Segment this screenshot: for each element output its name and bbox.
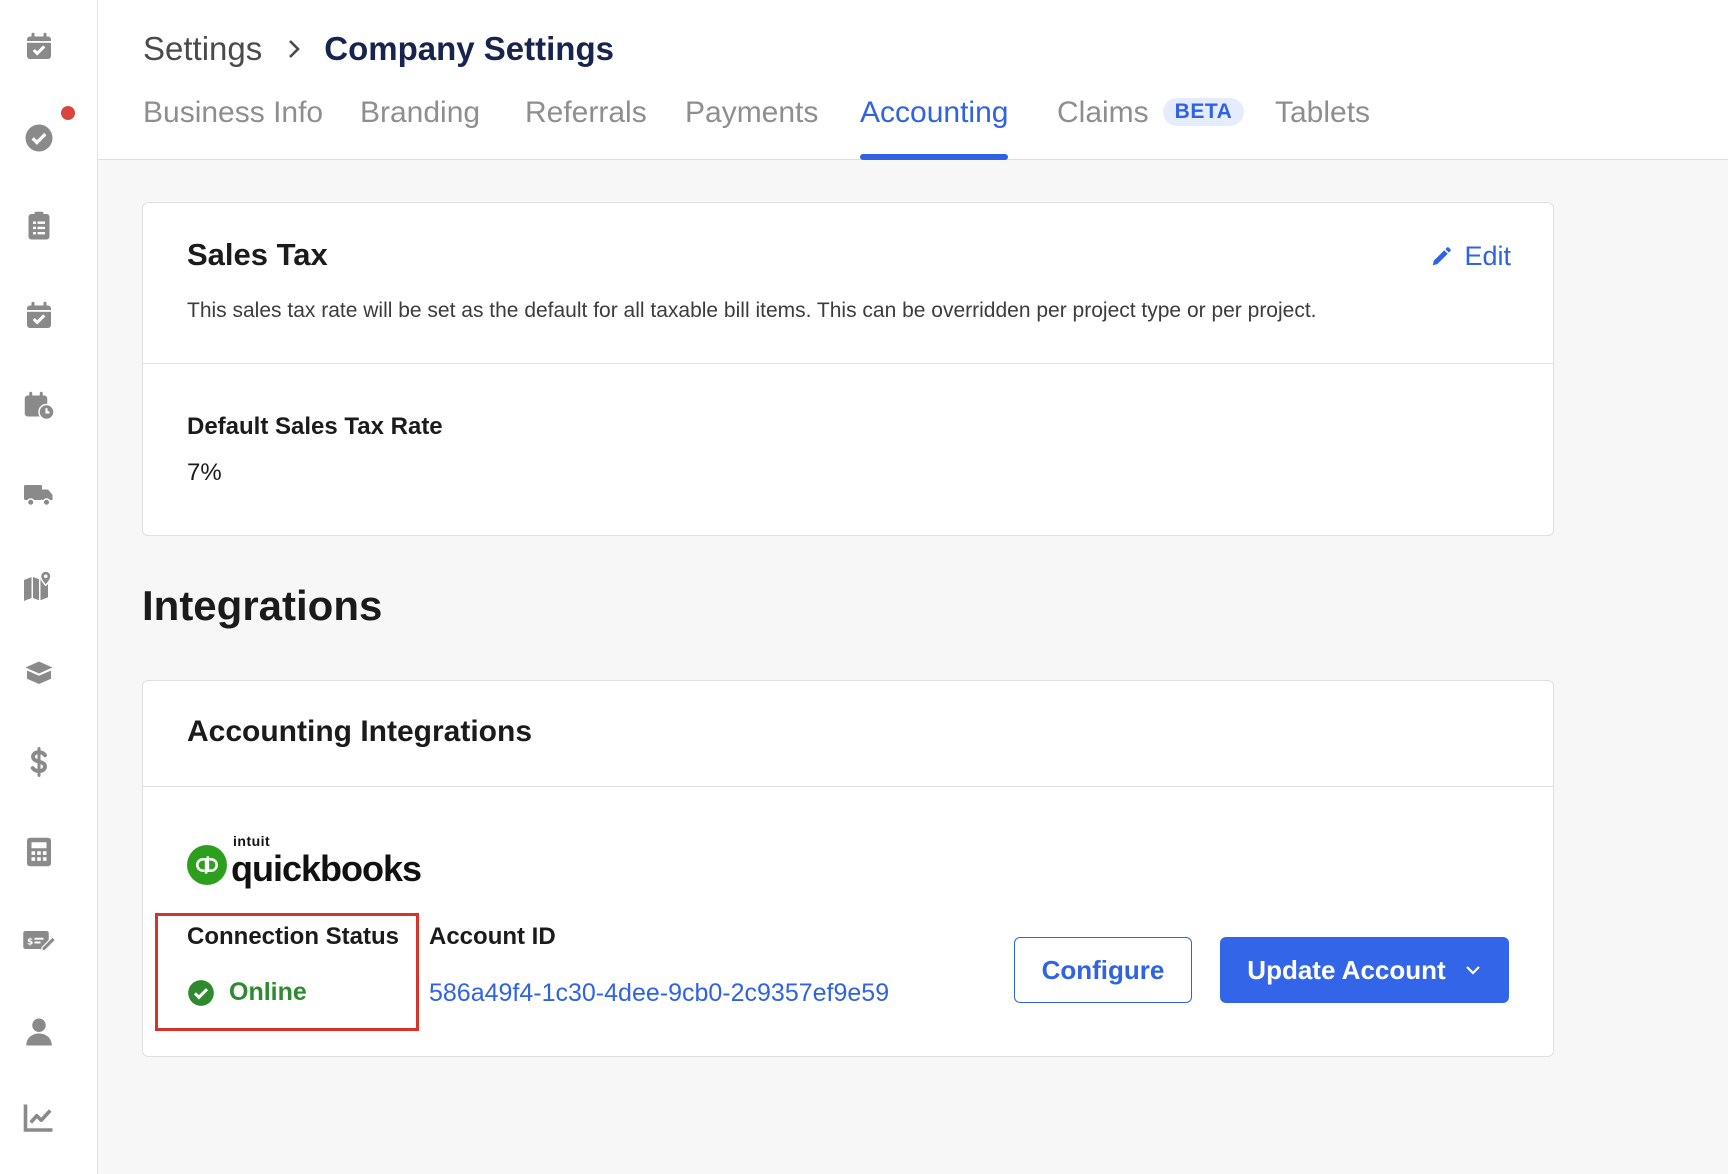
tab-accounting[interactable]: Accounting	[860, 96, 1009, 160]
sidebar: $	[0, 0, 98, 1174]
quickbooks-logo-icon	[187, 845, 227, 885]
configure-button[interactable]: Configure	[1014, 937, 1192, 1003]
breadcrumb: Settings Company Settings	[143, 30, 614, 68]
money-check-edit-icon[interactable]: $	[19, 920, 59, 960]
map-marker-icon[interactable]	[19, 566, 59, 606]
clipboard-list-icon[interactable]	[19, 206, 59, 246]
integrations-heading: Integrations	[142, 582, 383, 629]
edit-label: Edit	[1464, 241, 1511, 271]
sales-tax-card: Sales Tax Edit This sales tax rate will …	[142, 202, 1554, 536]
user-icon[interactable]	[19, 1012, 59, 1052]
tab-referrals[interactable]: Referrals	[525, 96, 647, 160]
tab-business-info[interactable]: Business Info	[143, 96, 323, 160]
tab-label: Payments	[685, 96, 819, 129]
sales-tax-title: Sales Tax	[187, 237, 328, 272]
page-title: Company Settings	[324, 30, 614, 67]
default-sales-tax-rate-value: 7%	[187, 459, 222, 486]
update-account-label: Update Account	[1247, 954, 1446, 985]
tab-branding[interactable]: Branding	[360, 96, 480, 160]
pencil-icon	[1433, 246, 1452, 265]
truck-icon[interactable]	[19, 474, 59, 514]
calendar-check-icon[interactable]	[19, 296, 59, 336]
notification-dot	[61, 106, 75, 120]
tab-label: Business Info	[143, 96, 324, 129]
chevron-right-icon	[286, 37, 302, 61]
intuit-text: intuit	[233, 833, 271, 849]
account-id-label: Account ID	[429, 923, 556, 950]
beta-badge: BETA	[1162, 98, 1245, 126]
chart-line-icon[interactable]	[19, 1098, 59, 1138]
quickbooks-text: quickbooks	[231, 848, 422, 889]
edit-sales-tax-button[interactable]: Edit	[1430, 241, 1511, 272]
check-circle-icon[interactable]	[19, 118, 59, 158]
divider	[143, 363, 1553, 364]
tab-label: Accounting	[860, 96, 1009, 129]
calculator-icon[interactable]	[19, 832, 59, 872]
tab-label: Tablets	[1275, 96, 1371, 129]
sales-tax-description: This sales tax rate will be set as the d…	[187, 299, 1317, 322]
svg-text:$: $	[27, 938, 33, 948]
tab-claims[interactable]: Claims BETA	[1057, 96, 1245, 160]
accounting-integrations-title: Accounting Integrations	[187, 715, 532, 748]
quickbooks-logo: intuit quickbooks	[187, 833, 422, 889]
app-root: $ Settings Company Settings Business Inf…	[0, 0, 1728, 1174]
quickbooks-wordmark: intuit quickbooks	[231, 833, 422, 889]
check-circle-icon	[188, 979, 214, 1006]
chevron-down-icon	[1465, 966, 1480, 975]
update-account-button[interactable]: Update Account	[1220, 937, 1509, 1003]
account-id-link[interactable]: 586a49f4-1c30-4dee-9cb0-2c9357ef9e59	[429, 979, 889, 1008]
connection-status-value: Online	[187, 978, 307, 1007]
calendar-clock-icon[interactable]	[19, 386, 59, 426]
tab-tablets[interactable]: Tablets	[1275, 96, 1370, 160]
default-sales-tax-rate-label: Default Sales Tax Rate	[187, 413, 443, 440]
tab-label: Claims	[1057, 96, 1149, 129]
page-header: Settings Company Settings Business Info …	[98, 0, 1728, 160]
status-online-text: Online	[229, 978, 307, 1006]
accounting-integrations-card: Accounting Integrations intuit quickbook…	[142, 680, 1554, 1057]
tab-label: Referrals	[525, 96, 647, 129]
tab-label: Branding	[360, 96, 481, 129]
open-box-icon[interactable]	[19, 652, 59, 692]
calendar-check-icon[interactable]	[19, 27, 59, 67]
configure-label: Configure	[1041, 954, 1165, 985]
connection-status-label: Connection Status	[187, 923, 400, 950]
tab-payments[interactable]: Payments	[685, 96, 818, 160]
breadcrumb-settings-link[interactable]: Settings	[143, 30, 262, 68]
divider	[143, 786, 1553, 787]
dollar-icon[interactable]	[19, 742, 59, 782]
